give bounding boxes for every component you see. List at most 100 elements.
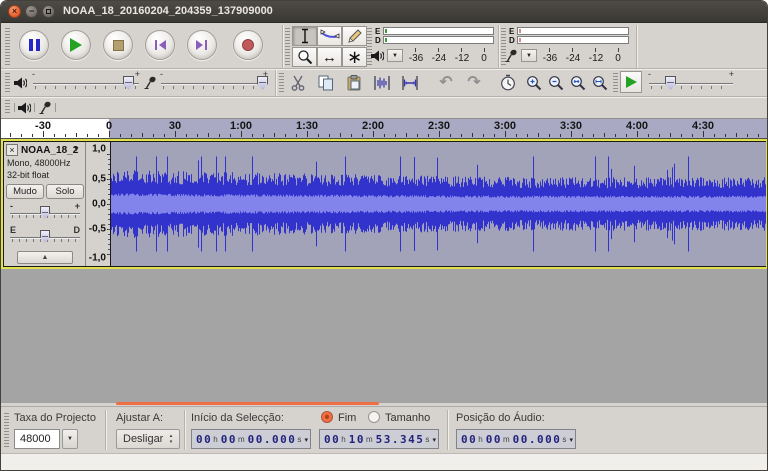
window-close-button[interactable]: × xyxy=(8,5,21,18)
selection-tool-button[interactable] xyxy=(292,26,317,46)
recording-meter-dropdown[interactable]: ▼ xyxy=(521,49,537,62)
waveform-area[interactable] xyxy=(110,142,766,266)
toolbar-separator xyxy=(498,25,499,68)
output-volume-slider[interactable]: - + xyxy=(32,70,140,93)
dropdown-icon[interactable]: ▾ xyxy=(432,436,436,444)
timeline-tick xyxy=(538,132,539,137)
project-rate-dropdown[interactable]: ▼ xyxy=(62,429,78,449)
timeline-tick xyxy=(230,134,231,137)
timeline-tick xyxy=(241,131,242,137)
multi-tool-button[interactable]: ∗ xyxy=(342,47,367,67)
track-collapse-button[interactable]: ▲ xyxy=(17,251,73,264)
separator-tick xyxy=(14,103,15,112)
timeline-tick xyxy=(186,134,187,137)
timeline-tick xyxy=(307,131,308,137)
record-button[interactable] xyxy=(233,30,263,60)
device-toolbar-grip[interactable] xyxy=(5,100,10,115)
sync-clock-button[interactable] xyxy=(497,72,519,94)
scale-label: -12 xyxy=(454,53,470,64)
solo-button[interactable]: Solo xyxy=(46,184,84,199)
audio-position-field[interactable]: 00 h 00 m 00.000 s ▾ xyxy=(456,429,576,449)
recording-meter-bar-right[interactable] xyxy=(517,36,629,44)
skip-to-end-button[interactable] xyxy=(187,30,217,60)
track-close-button[interactable]: × xyxy=(6,144,18,156)
recording-meter-bar-left[interactable] xyxy=(517,27,629,35)
redo-button[interactable]: ↷ xyxy=(463,72,485,94)
separator-tick xyxy=(34,103,35,112)
selection-start-field[interactable]: 00 h 00 m 00.000 s ▾ xyxy=(191,429,311,449)
envelope-tool-button[interactable] xyxy=(317,26,342,46)
scale-label: -24 xyxy=(565,53,581,64)
undo-button[interactable]: ↶ xyxy=(435,72,457,94)
track-title[interactable]: NOAA_18_2 xyxy=(21,145,78,156)
cut-button[interactable] xyxy=(287,72,309,94)
vertical-amplitude-ruler[interactable]: 1,0 0,5 0,0 -0,5 -1,0 xyxy=(86,142,110,266)
horizontal-scrollbar-thumb[interactable] xyxy=(116,402,379,405)
window-minimize-button[interactable]: − xyxy=(25,5,38,18)
time-digits: 00 xyxy=(461,432,478,446)
paste-button[interactable] xyxy=(343,72,365,94)
ruler-label: -0,5 xyxy=(88,223,106,235)
dropdown-icon: ▼ xyxy=(526,52,532,59)
selection-toolbar: Taxa do Projecto 48000 ▼ Ajustar A: Desl… xyxy=(1,406,767,453)
silence-selection-button[interactable] xyxy=(399,72,421,94)
minus-label: - xyxy=(648,69,651,79)
stop-button[interactable] xyxy=(103,30,133,60)
transport-toolbar-grip[interactable] xyxy=(5,28,10,66)
playback-meter-dropdown[interactable]: ▼ xyxy=(387,49,403,62)
project-rate-value[interactable]: 48000 xyxy=(14,429,60,449)
skip-to-start-button[interactable] xyxy=(145,30,175,60)
timeline-tick xyxy=(340,132,341,137)
trim-outside-selection-button[interactable] xyxy=(371,72,393,94)
timeline-tick xyxy=(439,131,440,137)
playback-meter-bar-left[interactable] xyxy=(383,27,494,35)
transcription-toolbar-grip[interactable] xyxy=(613,73,618,93)
audio-track[interactable]: × NOAA_18_2 ▼ Mono, 48000Hz 32-bit float… xyxy=(3,141,766,267)
zoom-tool-button[interactable] xyxy=(292,47,317,67)
timeline-tick xyxy=(175,131,176,137)
title-bar[interactable]: × − NOAA_18_20160204_204359_137909000 xyxy=(1,1,767,23)
selection-end-radio[interactable] xyxy=(321,411,333,423)
play-button[interactable] xyxy=(61,30,91,60)
pause-button[interactable] xyxy=(19,30,49,60)
playback-speed-slider[interactable]: - + xyxy=(648,69,734,93)
snap-to-select[interactable]: Desligar ▴ ▾ xyxy=(116,429,180,449)
dropdown-icon[interactable]: ▾ xyxy=(569,436,573,444)
tools-toolbar-grip[interactable] xyxy=(285,28,290,66)
selection-length-radio-label[interactable]: Tamanho xyxy=(385,412,430,424)
timeline-tick xyxy=(747,134,748,137)
dropdown-icon[interactable]: ▾ xyxy=(304,436,308,444)
zoom-in-button[interactable] xyxy=(523,72,545,94)
time-shift-tool-button[interactable]: ↔ xyxy=(317,47,342,67)
selection-length-radio[interactable] xyxy=(368,411,380,423)
selection-end-field[interactable]: 00 h 10 m 53.345 s ▾ xyxy=(319,429,439,449)
playback-meter-scale: -36 -24 -12 0 xyxy=(407,47,497,67)
play-at-speed-icon xyxy=(625,76,637,88)
timeline-tick xyxy=(736,132,737,137)
mixer-toolbar-grip[interactable] xyxy=(5,73,10,93)
recording-meter-scale: -36 -24 -12 0 xyxy=(541,47,631,67)
timeline-ruler[interactable]: -30 0 30 1:00 1:30 2:00 2:30 3:00 3:30 4:00 4:30 xyxy=(1,119,767,139)
dock-row-divider xyxy=(1,68,767,69)
time-digits: 00.000 xyxy=(512,432,562,446)
time-unit: h xyxy=(478,434,483,444)
track-pan-slider[interactable]: E D xyxy=(10,226,80,248)
mute-button[interactable]: Mudo xyxy=(6,184,44,199)
play-at-speed-button[interactable] xyxy=(620,71,642,93)
copy-button[interactable] xyxy=(315,72,337,94)
playback-meter-bar-right[interactable] xyxy=(383,36,494,44)
spinner-arrows[interactable]: ▴ ▾ xyxy=(166,431,176,447)
selection-toolbar-grip[interactable] xyxy=(4,413,9,449)
fit-project-button[interactable] xyxy=(589,72,611,94)
draw-tool-button[interactable] xyxy=(342,26,367,46)
edit-toolbar-grip[interactable] xyxy=(279,73,284,93)
track-menu-dropdown-icon[interactable]: ▼ xyxy=(73,146,80,153)
fit-selection-button[interactable] xyxy=(567,72,589,94)
timeline-tick xyxy=(43,131,44,137)
input-volume-slider[interactable]: - + xyxy=(160,70,268,93)
zoom-out-button[interactable] xyxy=(545,72,567,94)
window-maximize-button[interactable] xyxy=(42,5,55,18)
track-gain-slider[interactable]: - + xyxy=(10,202,80,224)
close-icon: × xyxy=(9,145,15,155)
selection-end-radio-label[interactable]: Fim xyxy=(338,412,356,424)
